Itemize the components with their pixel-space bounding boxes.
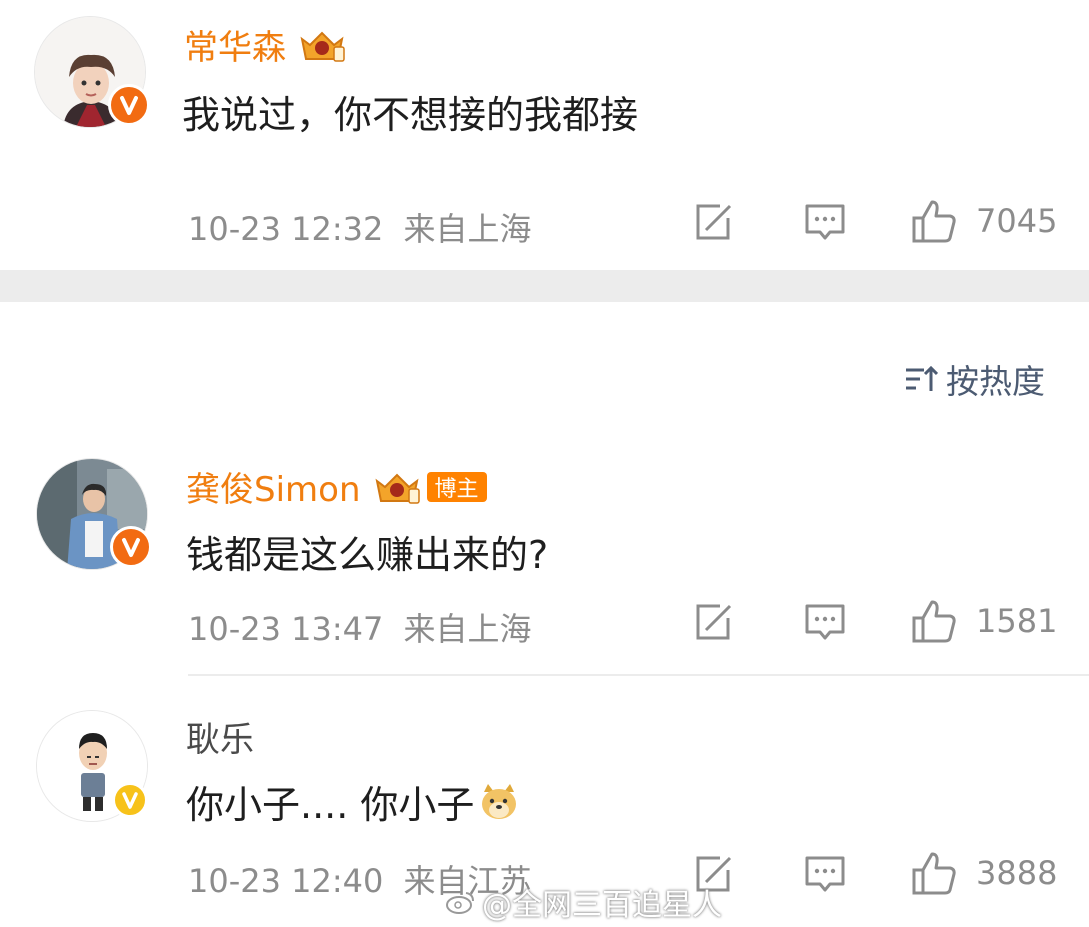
commenter-name[interactable]: 龚俊Simon 博主 — [186, 462, 487, 511]
like-button[interactable]: 3888 — [910, 850, 1057, 896]
watermark-text: @全网三百追星人 — [482, 888, 722, 923]
comment-location: 来自上海 — [403, 610, 532, 648]
sort-label[interactable]: 按热度 — [946, 355, 1045, 403]
sort-by-hot-button[interactable]: 按热度 — [904, 355, 1045, 403]
commenter-name[interactable]: 常华森 — [184, 20, 348, 69]
reply-button[interactable] — [804, 202, 846, 242]
reply-button[interactable] — [804, 854, 846, 894]
verified-badge-icon — [108, 84, 150, 126]
reply-button[interactable] — [804, 602, 846, 642]
sort-icon — [906, 365, 938, 391]
comment-text: 我说过，你不想接的我都接 — [182, 93, 639, 137]
avatar[interactable] — [36, 710, 148, 822]
commenter-name[interactable]: 耿乐 — [186, 712, 254, 761]
verified-badge-icon — [112, 782, 148, 818]
like-count: 1581 — [976, 602, 1058, 640]
comment-location: 来自上海 — [403, 210, 532, 248]
commenter-name-text[interactable]: 常华森 — [184, 20, 286, 69]
comment-icon — [805, 604, 845, 640]
repost-icon — [696, 204, 732, 240]
weibo-logo-icon — [446, 892, 474, 914]
comment-time: 10-23 12:32 — [188, 210, 384, 248]
avatar[interactable] — [34, 16, 150, 128]
thumbs-up-icon — [912, 852, 956, 895]
like-button[interactable]: 7045 — [910, 198, 1057, 244]
comment-meta: 10-23 12:32 来自上海 — [188, 204, 532, 250]
avatar[interactable] — [36, 458, 152, 570]
doge-emoji-icon — [482, 783, 517, 819]
section-separator — [0, 270, 1089, 302]
comment-divider — [188, 674, 1089, 676]
crown-badge-icon — [375, 473, 420, 504]
thumbs-up-icon — [912, 200, 956, 243]
like-button[interactable]: 1581 — [910, 598, 1057, 644]
like-count: 3888 — [976, 854, 1058, 892]
comment-text: 钱都是这么赚出来的? — [186, 533, 549, 577]
comment-time: 10-23 13:47 — [188, 610, 384, 648]
watermark: @全网三百追星人 — [446, 880, 722, 924]
comment-icon — [805, 856, 845, 892]
commenter-name-text[interactable]: 耿乐 — [186, 712, 254, 761]
repost-icon — [696, 604, 732, 640]
comment-card-1: 常华森 我说过，你不想接的我都接 10-23 12:32 来自上海 7045 — [0, 0, 1089, 270]
comment-icon — [805, 204, 845, 240]
comment-meta: 10-23 13:47 来自上海 — [188, 604, 532, 650]
commenter-name-text[interactable]: 龚俊Simon — [186, 462, 361, 511]
like-count: 7045 — [976, 202, 1058, 240]
comment-time: 10-23 12:40 — [188, 862, 384, 900]
thumbs-up-icon — [912, 600, 956, 643]
verified-badge-icon — [110, 526, 152, 568]
comment-text: 你小子.... 你小子 — [186, 774, 520, 829]
comment-text-content: 你小子.... 你小子 — [186, 783, 475, 827]
blogger-tag: 博主 — [426, 471, 487, 502]
repost-button[interactable] — [692, 202, 734, 242]
crown-badge-icon — [300, 31, 345, 62]
repost-button[interactable] — [692, 602, 734, 642]
